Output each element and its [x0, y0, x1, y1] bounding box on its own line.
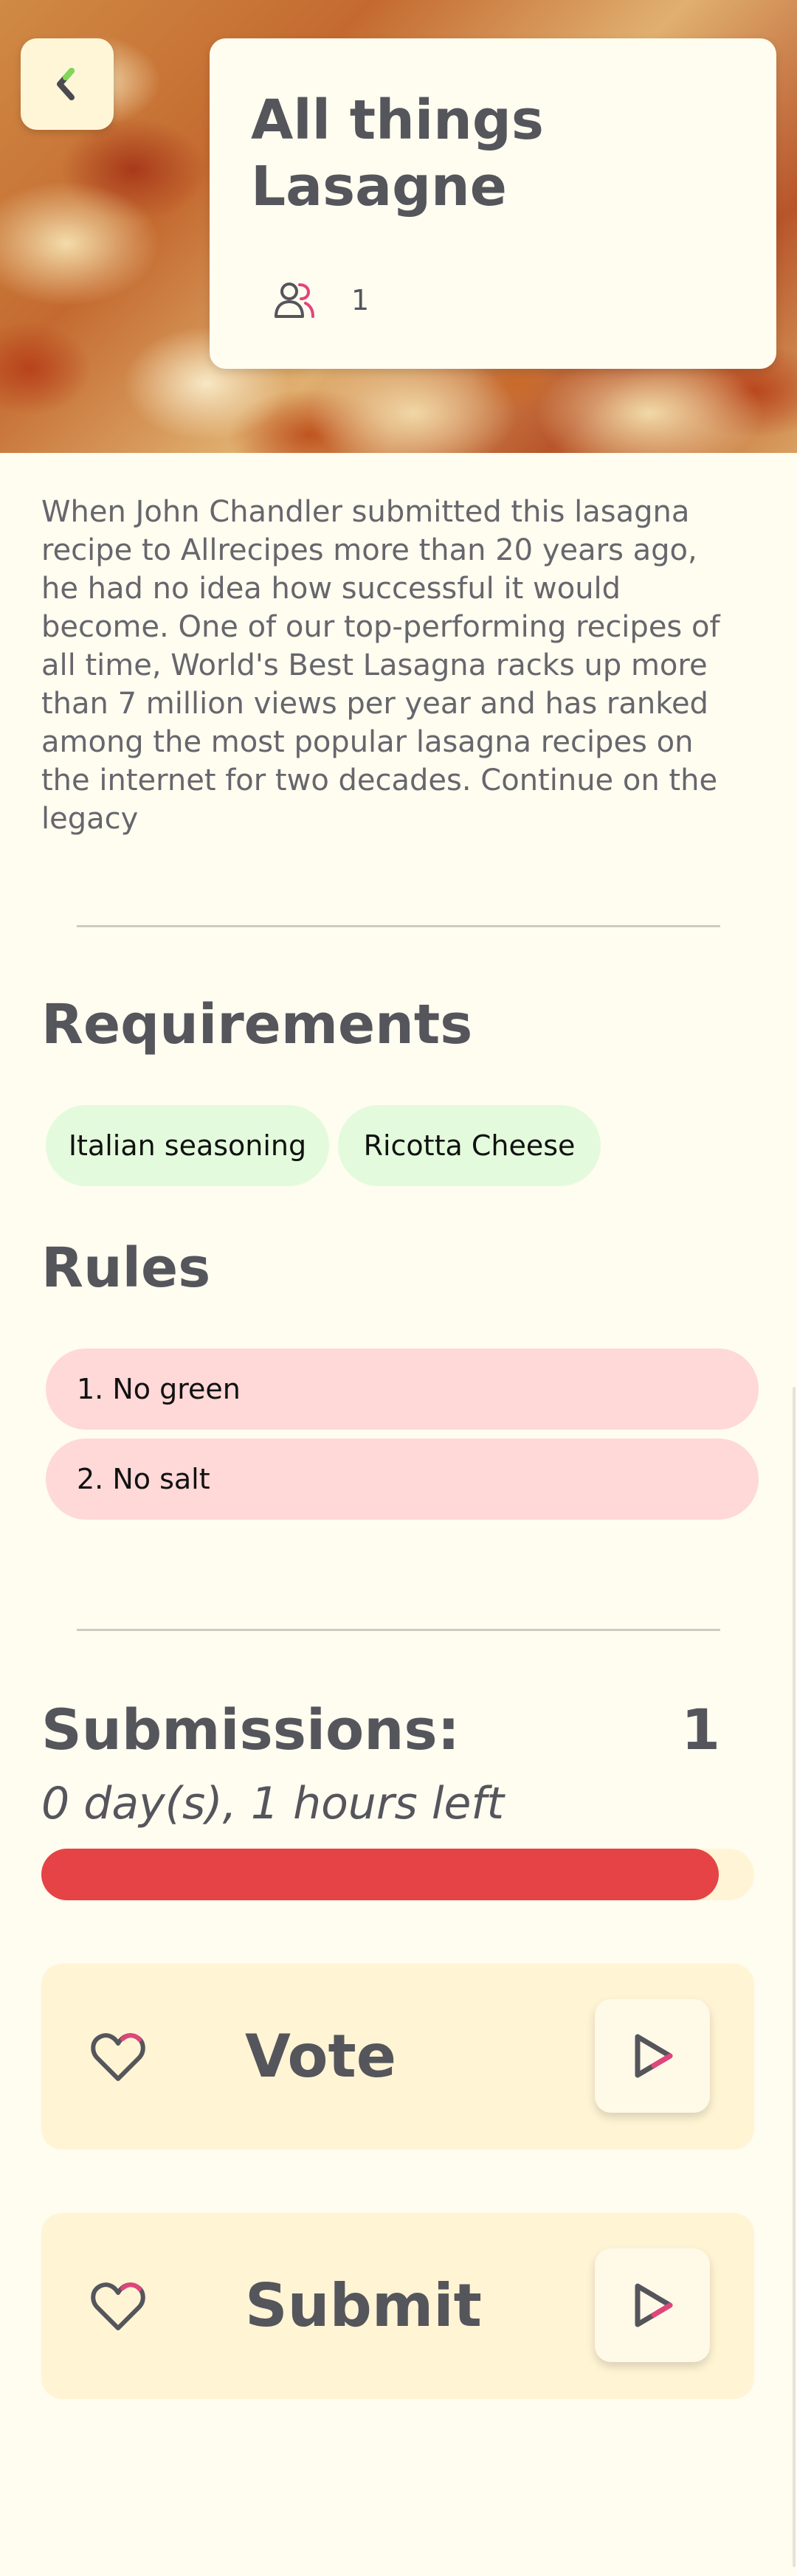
submit-label: Submit [245, 2271, 482, 2340]
member-count-value: 1 [351, 284, 370, 316]
play-icon [635, 2034, 673, 2078]
scrollbar[interactable] [793, 1387, 796, 2567]
page-title: All things Lasagne [251, 89, 544, 218]
submit-card[interactable]: Submit [41, 2213, 754, 2399]
time-progress-fill [41, 1849, 719, 1900]
submissions-label: Submissions: [41, 1697, 460, 1762]
rule-item: 1. No green [46, 1348, 759, 1430]
requirement-chip[interactable]: Ricotta Cheese [338, 1105, 601, 1186]
requirement-label: Ricotta Cheese [363, 1129, 576, 1162]
submit-button[interactable] [595, 2248, 710, 2362]
heart-icon [91, 2282, 145, 2330]
member-count: 1 [272, 274, 369, 326]
rules-title: Rules [41, 1236, 211, 1300]
submissions-row: Submissions: 1 [41, 1689, 720, 1770]
vote-button[interactable] [595, 1999, 710, 2113]
challenge-description: When John Chandler submitted this lasagn… [41, 495, 720, 836]
submissions-count: 1 [681, 1697, 720, 1762]
rule-label: 2. No salt [77, 1463, 210, 1495]
requirement-label: Italian seasoning [68, 1129, 307, 1162]
title-card: All things Lasagne 1 [210, 38, 776, 369]
divider [77, 925, 720, 927]
time-progress-bar [41, 1849, 754, 1900]
play-icon [635, 2283, 673, 2327]
divider [77, 1629, 720, 1631]
chevron-left-icon [57, 68, 75, 100]
requirement-chip[interactable]: Italian seasoning [46, 1105, 329, 1186]
heart-icon [91, 2033, 145, 2081]
requirements-title: Requirements [41, 993, 473, 1056]
time-left: 0 day(s), 1 hours left [41, 1778, 505, 1829]
vote-card[interactable]: Vote [41, 1964, 754, 2150]
rule-item: 2. No salt [46, 1438, 759, 1520]
back-button[interactable] [21, 38, 114, 130]
vote-label: Vote [245, 2022, 396, 2091]
users-icon [275, 283, 314, 318]
rule-label: 1. No green [77, 1373, 241, 1405]
